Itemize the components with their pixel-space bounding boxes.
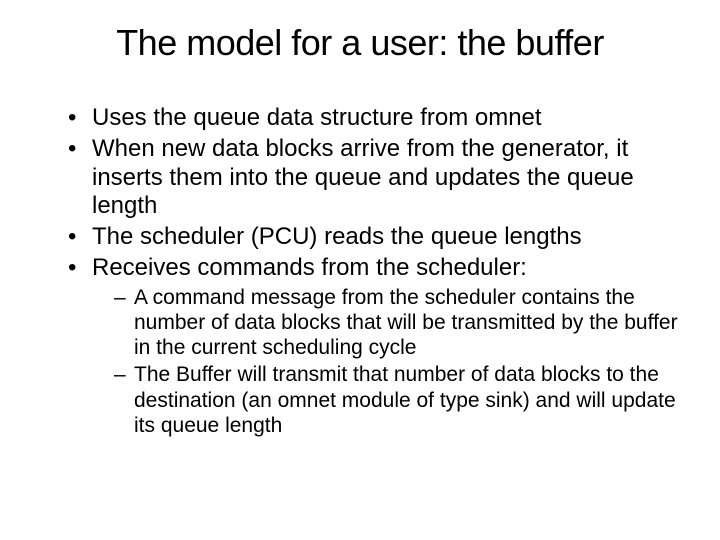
list-item: When new data blocks arrive from the gen… — [68, 135, 680, 221]
sub-bullet-list: A command message from the scheduler con… — [92, 285, 680, 438]
list-item: The Buffer will transmit that number of … — [114, 362, 680, 438]
list-item: Uses the queue data structure from omnet — [68, 104, 680, 133]
bullet-list: Uses the queue data structure from omnet… — [40, 104, 680, 438]
list-item: The scheduler (PCU) reads the queue leng… — [68, 223, 680, 252]
list-item: Receives commands from the scheduler: A … — [68, 254, 680, 438]
slide-title: The model for a user: the buffer — [40, 22, 680, 64]
list-item: A command message from the scheduler con… — [114, 285, 680, 361]
list-item-text: Receives commands from the scheduler: — [92, 254, 527, 281]
